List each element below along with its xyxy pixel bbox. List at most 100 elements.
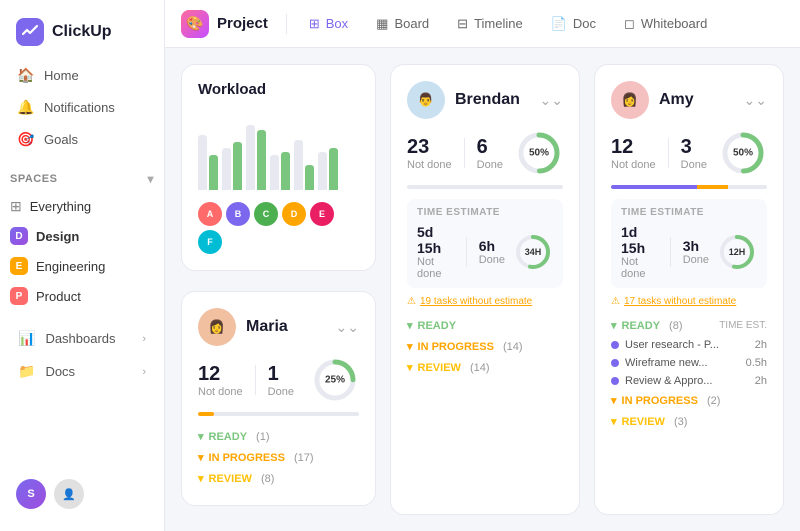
sidebar-item-docs[interactable]: 📁 Docs › <box>0 356 164 387</box>
chevron-down-icon: ▾ <box>147 172 154 186</box>
sidebar-item-goals[interactable]: 🎯 Goals <box>8 124 156 154</box>
amy-time-nd-value: 1d 15h <box>621 224 658 256</box>
top-navigation: 🎨 Project ⊞ Box ▦ Board ⊟ Timeline 📄 Doc… <box>165 0 800 48</box>
amy-ring-wrap: 50% <box>719 129 767 177</box>
chevron-right-icon: › <box>142 333 146 345</box>
amy-review-count: (3) <box>674 416 687 428</box>
design-dot: D <box>10 227 28 245</box>
brendan-time-done: 6h Done <box>479 238 505 266</box>
bar-green-6 <box>329 148 338 190</box>
brendan-warning-link[interactable]: 19 tasks without estimate <box>420 296 532 307</box>
brendan-review-section[interactable]: ▾ REVIEW (14) <box>407 357 563 378</box>
brendan-done: 6 Done <box>477 136 503 171</box>
user-avatar-2[interactable]: 👤 <box>54 479 84 509</box>
bar-gray-1 <box>198 135 207 190</box>
task-name-2: Wireframe new... <box>611 357 708 369</box>
chevron-right-icon-docs: › <box>142 366 146 378</box>
task-time-1: 2h <box>755 339 767 351</box>
chevron-icon-aip: ▾ <box>611 394 617 407</box>
bar-group-3 <box>246 125 266 190</box>
maria-header: 👩 Maria ⌄⌄ <box>198 308 359 346</box>
chevron-icon-ar: ▾ <box>611 319 617 332</box>
maria-review-section[interactable]: ▾ REVIEW (8) <box>198 468 359 489</box>
amy-progress-bar <box>611 185 767 189</box>
amy-review-section[interactable]: ▾ REVIEW (3) <box>611 411 767 432</box>
amy-name: Amy <box>659 91 694 109</box>
spaces-header[interactable]: Spaces ▾ <box>0 166 164 192</box>
timeline-icon: ⊟ <box>457 16 468 32</box>
sidebar-item-goals-label: Goals <box>44 132 78 147</box>
amy-not-done-value: 12 <box>611 136 656 159</box>
brendan-time-title: TIME ESTIMATE <box>417 207 553 218</box>
chevron-icon-bip: ▾ <box>407 340 413 353</box>
amy-warning: ⚠ 17 tasks without estimate <box>611 296 767 307</box>
workload-avatar-6: F <box>198 230 222 254</box>
stat-sep-bt <box>466 237 467 267</box>
tab-timeline[interactable]: ⊟ Timeline <box>445 10 535 38</box>
maria-name: Maria <box>246 318 288 336</box>
amy-time-ring: 12H <box>717 232 757 272</box>
brendan-done-label: Done <box>477 159 503 171</box>
brendan-header: 👨 Brendan ⌄⌄ <box>407 81 563 119</box>
bar-green-5 <box>305 165 314 190</box>
maria-ready-count: (1) <box>256 431 269 443</box>
bell-icon: 🔔 <box>18 99 34 115</box>
whiteboard-icon: ◻ <box>624 16 635 32</box>
bar-gray-5 <box>294 140 303 190</box>
tab-box[interactable]: ⊞ Box <box>297 10 360 38</box>
sidebar-item-product-label: Product <box>36 289 81 304</box>
brendan-time-stats: 5d 15h Not done 6h Done 34H <box>417 224 553 280</box>
amy-ready-section-wrap: ▾ READY (8) TIME EST. User research - P.… <box>611 315 767 432</box>
sidebar-item-notifications[interactable]: 🔔 Notifications <box>8 92 156 122</box>
amy-time-ring-label: 12H <box>729 247 746 257</box>
task-name-3: Review & Appro... <box>611 375 712 387</box>
amy-ready-section[interactable]: ▾ READY (8) <box>611 315 683 336</box>
chevron-icon-rv: ▾ <box>198 472 204 485</box>
amy-inprogress-count: (2) <box>707 395 720 407</box>
user-avatar-s[interactable]: S <box>16 479 46 509</box>
sidebar-item-home[interactable]: 🏠 Home <box>8 60 156 90</box>
project-icon: 🎨 <box>181 10 209 38</box>
goals-icon: 🎯 <box>18 131 34 147</box>
amy-stats: 12 Not done 3 Done 50% <box>611 129 767 177</box>
tab-doc[interactable]: 📄 Doc <box>539 10 608 38</box>
maria-ready-section[interactable]: ▾ READY (1) <box>198 426 359 447</box>
sidebar-item-dashboards[interactable]: 📊 Dashboards › <box>0 323 164 354</box>
expand-icon-amy[interactable]: ⌄⌄ <box>744 92 767 109</box>
bar-gray-4 <box>270 155 279 190</box>
maria-not-done: 12 Not done <box>198 363 243 398</box>
bar-green-2 <box>233 142 242 190</box>
sidebar-item-everything[interactable]: ⊞ Everything <box>0 192 164 221</box>
stat-separator-a <box>668 138 669 168</box>
maria-inprogress-section[interactable]: ▾ IN PROGRESS (17) <box>198 447 359 468</box>
logo: ClickUp <box>0 12 164 60</box>
amy-done-label: Done <box>681 159 707 171</box>
bar-green-3 <box>257 130 266 190</box>
workload-chart <box>198 110 359 190</box>
brendan-time-ring-label: 34H <box>525 247 542 257</box>
tab-board[interactable]: ▦ Board <box>364 10 441 38</box>
sidebar-item-product[interactable]: P Product <box>0 281 164 311</box>
sidebar-nav: 🏠 Home 🔔 Notifications 🎯 Goals <box>0 60 164 154</box>
tab-whiteboard[interactable]: ◻ Whiteboard <box>612 10 719 38</box>
amy-ring-label: 50% <box>733 148 753 159</box>
sidebar-item-design[interactable]: D Design <box>0 221 164 251</box>
brendan-avatar: 👨 <box>407 81 445 119</box>
maria-ring-wrap: 25% <box>311 356 359 404</box>
brendan-ready-section[interactable]: ▾ READY <box>407 315 563 336</box>
expand-icon-maria[interactable]: ⌄⌄ <box>336 319 359 336</box>
expand-icon-brendan[interactable]: ⌄⌄ <box>540 92 563 109</box>
left-column: Workload <box>181 64 376 515</box>
stat-separator-b <box>464 138 465 168</box>
brendan-info: 👨 Brendan <box>407 81 520 119</box>
sidebar-item-engineering[interactable]: E Engineering <box>0 251 164 281</box>
project-nav: 🎨 Project <box>181 10 268 38</box>
maria-info: 👩 Maria <box>198 308 288 346</box>
engineering-dot: E <box>10 257 28 275</box>
home-icon: 🏠 <box>18 67 34 83</box>
chevron-icon-ip: ▾ <box>198 451 204 464</box>
amy-inprogress-section[interactable]: ▾ IN PROGRESS (2) <box>611 390 767 411</box>
brendan-inprogress-section[interactable]: ▾ IN PROGRESS (14) <box>407 336 563 357</box>
brendan-progress-bar <box>407 185 563 189</box>
amy-warning-link[interactable]: 17 tasks without estimate <box>624 296 736 307</box>
